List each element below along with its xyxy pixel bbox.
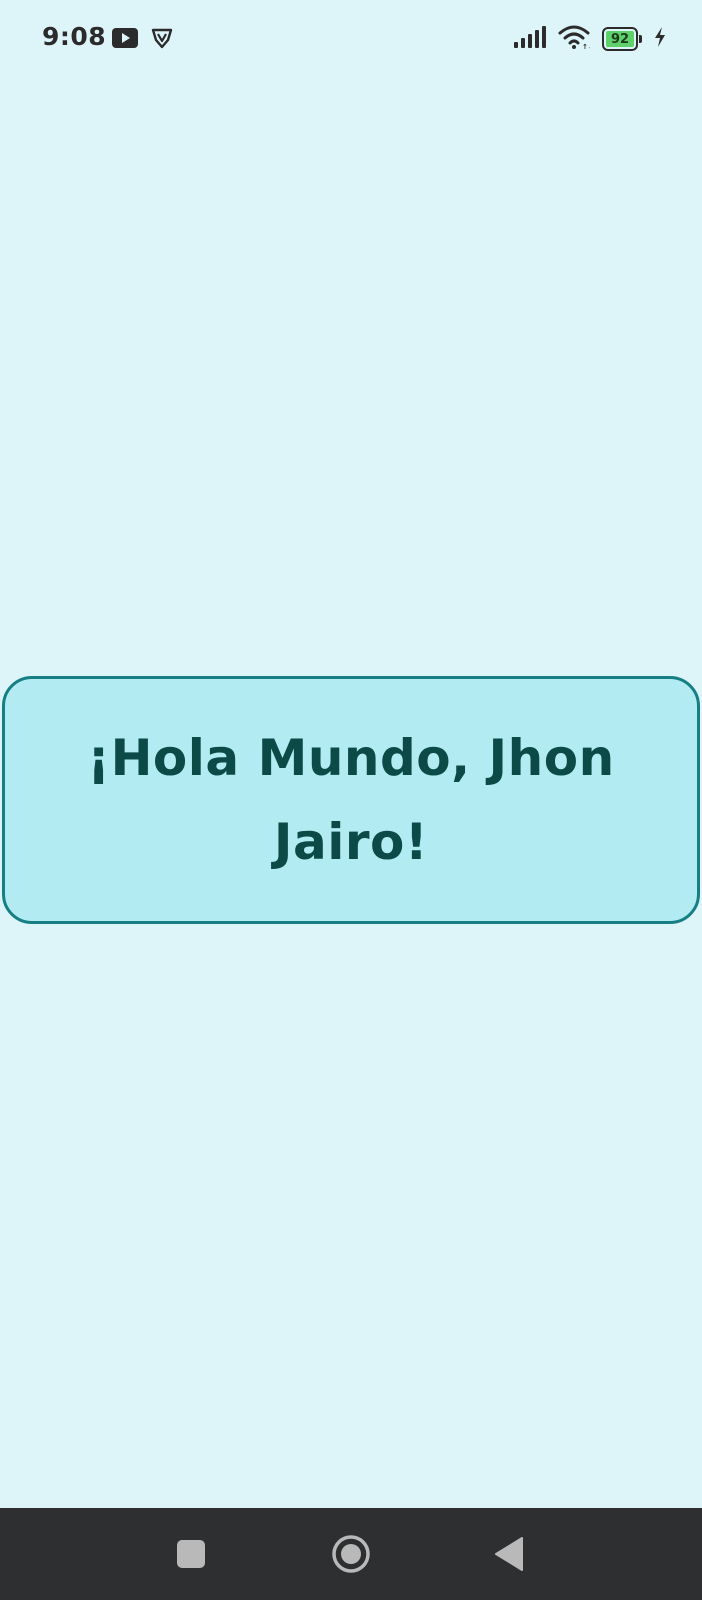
battery-level: 92	[610, 31, 630, 47]
svg-text:↑↓: ↑↓	[582, 43, 590, 49]
status-right-icons: ↑↓ 92	[514, 25, 666, 53]
recents-button[interactable]	[169, 1532, 213, 1576]
back-button[interactable]	[487, 1532, 531, 1576]
charging-bolt-icon	[654, 27, 666, 51]
status-time: 9:08	[42, 22, 107, 51]
battery-body: 92	[602, 27, 638, 51]
back-triangle-icon	[495, 1537, 523, 1571]
recents-square-icon	[177, 1540, 205, 1568]
battery-cap	[639, 35, 642, 43]
battery-icon: 92	[602, 27, 642, 51]
app-screen: 9:08 ↑ 92 ¡Hola Mundo, Jhon Jairo!	[0, 0, 702, 1600]
home-circle-icon	[332, 1535, 370, 1573]
youtube-icon	[112, 28, 138, 52]
status-bar: 9:08 ↑ 92	[0, 0, 702, 78]
battery-fill: 92	[606, 31, 634, 47]
greeting-card: ¡Hola Mundo, Jhon Jairo!	[2, 676, 700, 924]
vpn-shield-icon	[151, 27, 173, 53]
wifi-icon: ↑↓	[558, 25, 594, 53]
status-left-icons	[112, 27, 173, 53]
greeting-text: ¡Hola Mundo, Jhon Jairo!	[87, 729, 615, 871]
home-button[interactable]	[329, 1532, 373, 1576]
navigation-bar	[0, 1508, 702, 1600]
signal-icon	[514, 26, 546, 52]
